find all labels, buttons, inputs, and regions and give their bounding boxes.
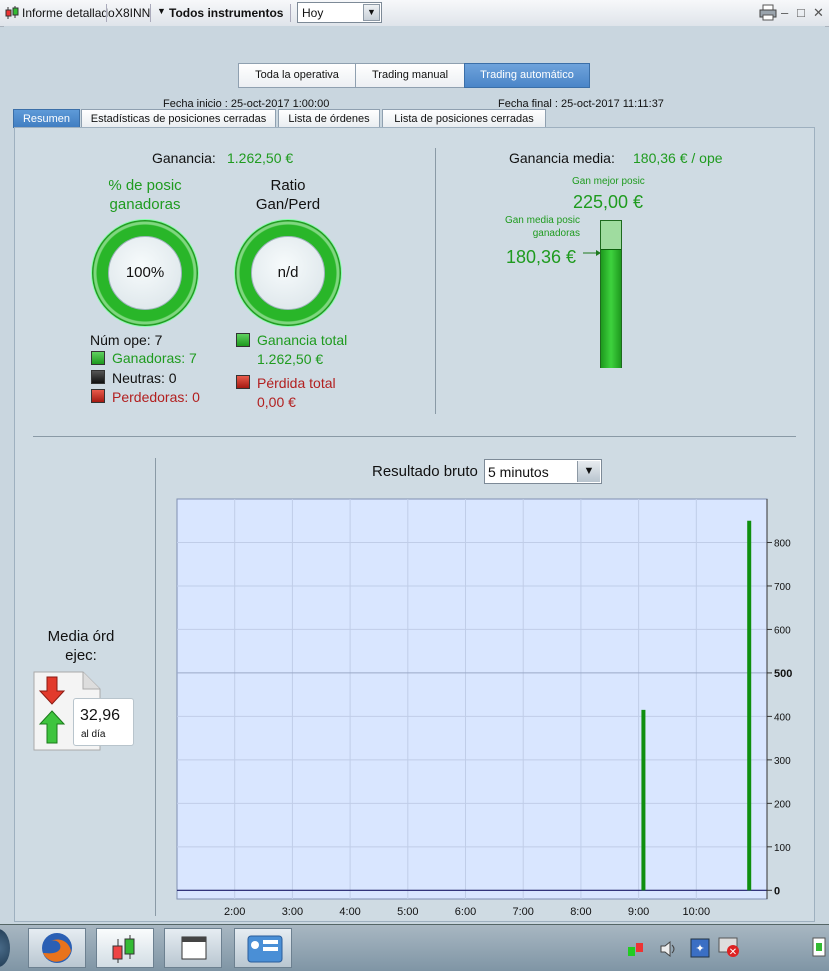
avg-win-value: 180,36 € — [506, 247, 577, 267]
tab-summary[interactable]: Resumen — [13, 109, 80, 128]
num-ops: Núm ope: 7 — [90, 332, 163, 348]
account-label[interactable]: X8INN — [115, 6, 150, 20]
maximize-icon[interactable]: □ — [797, 5, 805, 20]
tab-closed-positions[interactable]: Lista de posiciones cerradas — [382, 109, 546, 128]
window-task[interactable] — [164, 928, 222, 968]
total-loss-label: Pérdida total — [257, 375, 336, 391]
tab-orders[interactable]: Lista de órdenes — [278, 109, 380, 128]
svg-text:✦: ✦ — [695, 943, 704, 955]
orders-value: 32,96 — [80, 707, 121, 724]
separator — [290, 4, 291, 22]
volume-icon[interactable] — [660, 940, 678, 960]
separator — [150, 4, 151, 22]
total-loss-swatch — [236, 375, 250, 389]
avg-gain-bar-fill — [601, 249, 621, 368]
firefox-task[interactable] — [28, 928, 86, 968]
winners-count: Ganadoras: 7 — [112, 350, 197, 366]
dropdown-arrow-icon[interactable]: ▼ — [157, 6, 166, 16]
separator — [106, 4, 107, 22]
print-icon[interactable] — [759, 4, 777, 24]
total-gain-label: Ganancia total — [257, 332, 348, 348]
avg-gain-label: Ganancia media: — [509, 150, 615, 166]
gain-value: 1.262,50 € — [227, 150, 294, 166]
avg-win-label: Gan media posic ganadoras — [504, 215, 580, 239]
title-bar: Informe detallado X8INN ▼ Todos instrume… — [0, 0, 829, 27]
chart-title: Resultado bruto — [372, 463, 478, 480]
interval-select[interactable]: 5 minutos ▼ — [484, 459, 602, 484]
candlestick-icon — [4, 5, 19, 21]
network-tray-icon[interactable]: ✦ — [690, 938, 710, 961]
total-gain-value: 1.262,50 € — [257, 351, 324, 367]
losers-swatch — [91, 389, 105, 403]
avg-gain-value: 180,36 € / ope — [633, 150, 723, 166]
winners-swatch — [91, 351, 105, 365]
horizontal-divider — [33, 436, 796, 437]
control-panel-task[interactable] — [234, 928, 292, 968]
neutral-swatch — [91, 370, 105, 384]
trading-task[interactable] — [96, 928, 154, 968]
tab-all-trading[interactable]: Toda la operativa — [238, 63, 356, 88]
orders-value-box: 32,96 al día — [73, 698, 134, 746]
close-icon[interactable]: ✕ — [813, 5, 824, 21]
vertical-divider-lower — [155, 458, 156, 916]
chevron-down-icon[interactable]: ▼ — [577, 461, 600, 482]
taskbar: ✦ ✕ — [0, 924, 829, 971]
report-label[interactable]: Informe detallado — [22, 6, 115, 20]
orders-label: Media órd ejec: — [47, 628, 115, 664]
period-value: Hoy — [302, 6, 324, 20]
pointer-arrow-icon — [583, 246, 601, 260]
tab-closed-stats[interactable]: Estadísticas de posiciones cerradas — [81, 109, 276, 128]
orders-unit: al día — [81, 729, 106, 740]
best-position-value: 225,00 € — [573, 192, 644, 212]
ratio-title: Ratio Gan/Perd — [255, 177, 321, 213]
instruments-dropdown[interactable]: Todos instrumentos — [169, 6, 283, 20]
period-select[interactable]: Hoy ▼ — [297, 2, 382, 23]
ratio-value: n/d — [251, 236, 325, 310]
tab-manual-trading[interactable]: Trading manual — [355, 63, 465, 88]
winpct-title: % de posic ganadoras — [108, 177, 182, 213]
gain-label: Ganancia: — [152, 150, 216, 166]
svg-text:✕: ✕ — [729, 947, 737, 957]
alert-icon[interactable]: ✕ — [718, 937, 740, 960]
total-gain-swatch — [236, 333, 250, 347]
total-loss-value: 0,00 € — [257, 394, 296, 410]
ratio-gauge: n/d — [235, 220, 341, 326]
tab-automatic-trading[interactable]: Trading automático — [464, 63, 590, 88]
avg-gain-bar — [600, 220, 622, 368]
network-icon[interactable] — [627, 941, 645, 960]
winpct-value: 100% — [108, 236, 182, 310]
neutral-count: Neutras: 0 — [112, 370, 177, 386]
best-position-label: Gan mejor posic — [572, 176, 645, 187]
interval-value: 5 minutos — [488, 464, 549, 480]
start-button[interactable] — [0, 929, 10, 967]
chevron-down-icon[interactable]: ▼ — [363, 4, 380, 21]
winpct-gauge: 100% — [92, 220, 198, 326]
losers-count: Perdedoras: 0 — [112, 389, 200, 405]
notification-icon[interactable] — [812, 937, 826, 960]
vertical-divider — [435, 148, 436, 414]
minimize-icon[interactable]: ‒ — [781, 5, 788, 20]
